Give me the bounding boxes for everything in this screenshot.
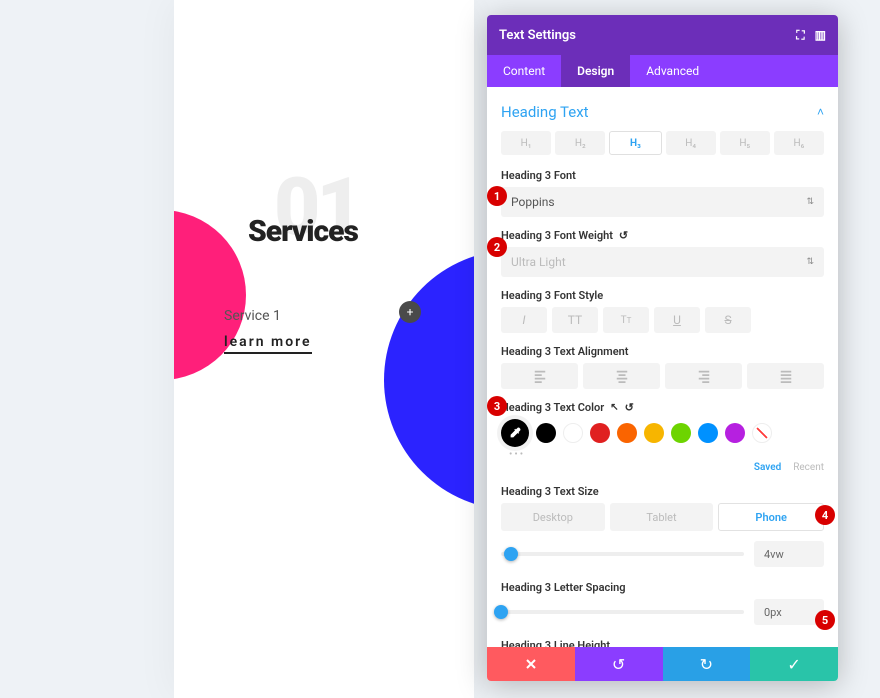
heading-tab-h5[interactable]: H₅ — [720, 131, 770, 155]
heading-level-tabs: H₁ H₂ H₃ H₄ H₅ H₆ — [501, 131, 824, 155]
panel-tabs: Content Design Advanced — [487, 55, 838, 87]
swatch-purple[interactable] — [725, 423, 745, 443]
heading3-font-value: Poppins — [511, 195, 555, 209]
heading3-color-label: Heading 3 Text Color — [501, 401, 604, 414]
saved-colors-tab[interactable]: Saved — [754, 462, 781, 473]
swatch-red[interactable] — [590, 423, 610, 443]
heading3-letter-label: Heading 3 Letter Spacing — [501, 581, 824, 594]
style-italic-button[interactable]: I — [501, 307, 547, 333]
device-phone[interactable]: Phone — [718, 503, 824, 531]
heading3-align-label: Heading 3 Text Alignment — [501, 345, 824, 358]
align-right-button[interactable] — [665, 363, 742, 389]
heading3-line-label: Heading 3 Line Height — [501, 639, 824, 647]
size-value-input[interactable]: 4vw — [754, 541, 824, 567]
panel-title-bar: Text Settings ⛶ ▥ — [487, 15, 838, 55]
callout-4: 4 — [815, 505, 835, 525]
device-desktop[interactable]: Desktop — [501, 503, 605, 531]
chevron-up-icon: ˄ — [817, 105, 824, 119]
letter-value-input[interactable]: 0px — [754, 599, 824, 625]
decor-pink-circle — [174, 210, 246, 380]
heading-tab-h2[interactable]: H₂ — [555, 131, 605, 155]
panel-body: Heading Text ˄ H₁ H₂ H₃ H₄ H₅ H₆ Heading… — [487, 87, 838, 647]
align-left-button[interactable] — [501, 363, 578, 389]
style-underline-button[interactable]: U — [654, 307, 700, 333]
preview-pane: 01 Services Service 1 learn more + — [0, 0, 490, 698]
align-center-button[interactable] — [583, 363, 660, 389]
section-heading-label: Heading Text — [501, 103, 589, 121]
heading3-weight-select[interactable]: Ultra Light — [501, 247, 824, 277]
tab-content[interactable]: Content — [487, 55, 561, 87]
recent-colors-tab[interactable]: Recent — [793, 462, 824, 473]
letter-slider-thumb[interactable] — [494, 605, 508, 619]
swatch-blue[interactable] — [698, 423, 718, 443]
swatch-white[interactable] — [563, 423, 583, 443]
style-uppercase-button[interactable]: TT — [552, 307, 598, 333]
letter-slider[interactable] — [501, 610, 744, 614]
heading3-line-row: Heading 3 Line Height 3em — [501, 639, 824, 647]
swatch-green[interactable] — [671, 423, 691, 443]
heading3-letter-row: Heading 3 Letter Spacing 0px — [501, 581, 824, 625]
phone-preview: 01 Services Service 1 learn more — [174, 0, 474, 698]
tab-advanced[interactable]: Advanced — [630, 55, 715, 87]
more-swatches-icon[interactable]: ••• — [509, 449, 824, 460]
callout-2: 2 — [487, 237, 507, 257]
save-button[interactable]: ✓ — [750, 647, 838, 681]
swatch-orange[interactable] — [617, 423, 637, 443]
device-tablet[interactable]: Tablet — [610, 503, 714, 531]
pointer-icon: ↖ — [610, 402, 618, 413]
cancel-button[interactable] — [487, 647, 575, 681]
redo-button[interactable]: ↻ — [663, 647, 751, 681]
section-heading-text[interactable]: Heading Text ˄ — [501, 93, 824, 131]
style-smallcaps-button[interactable]: TT — [603, 307, 649, 333]
heading3-size-label: Heading 3 Text Size — [501, 485, 824, 498]
panel-title: Text Settings — [499, 28, 576, 43]
heading3-weight-row: Heading 3 Font Weight ↺ Ultra Light — [501, 229, 824, 277]
swatch-none[interactable] — [752, 423, 772, 443]
swatch-black[interactable] — [536, 423, 556, 443]
size-slider[interactable] — [501, 552, 744, 556]
callout-5: 5 — [815, 610, 835, 630]
heading-tab-h1[interactable]: H₁ — [501, 131, 551, 155]
callout-1: 1 — [487, 186, 507, 206]
heading3-style-row: Heading 3 Font Style I TT TT U S — [501, 289, 824, 333]
add-section-button[interactable]: + — [399, 301, 421, 323]
heading-tab-h3[interactable]: H₃ — [609, 131, 661, 155]
heading3-color-row: Heading 3 Text Color ↖ ↺ ••• Sav — [501, 401, 824, 473]
heading-tab-h6[interactable]: H₆ — [774, 131, 824, 155]
services-heading: Services — [248, 214, 358, 249]
heading3-weight-value: Ultra Light — [511, 255, 566, 269]
decor-blue-circle — [384, 250, 474, 510]
size-slider-thumb[interactable] — [504, 547, 518, 561]
style-strike-button[interactable]: S — [705, 307, 751, 333]
heading3-align-row: Heading 3 Text Alignment — [501, 345, 824, 389]
heading3-font-label: Heading 3 Font — [501, 169, 824, 182]
reset-color-icon[interactable]: ↺ — [625, 401, 634, 414]
callout-3: 3 — [487, 396, 507, 416]
heading-tab-h4[interactable]: H₄ — [666, 131, 716, 155]
text-settings-panel: Text Settings ⛶ ▥ Content Design Advance… — [487, 15, 838, 681]
heading3-font-select[interactable]: Poppins — [501, 187, 824, 217]
heading3-style-label: Heading 3 Font Style — [501, 289, 824, 302]
service-item-title: Service 1 — [224, 308, 281, 324]
snap-icon[interactable]: ▥ — [815, 28, 826, 43]
tab-design[interactable]: Design — [561, 55, 630, 87]
expand-icon[interactable]: ⛶ — [796, 28, 804, 43]
heading3-size-row: Heading 3 Text Size Desktop Tablet Phone… — [501, 485, 824, 567]
learn-more-link[interactable]: learn more — [224, 334, 312, 354]
align-justify-button[interactable] — [747, 363, 824, 389]
swatch-yellow[interactable] — [644, 423, 664, 443]
heading3-font-row: Heading 3 Font Poppins — [501, 169, 824, 217]
color-picker-button[interactable] — [501, 419, 529, 447]
reset-icon[interactable]: ↺ — [619, 229, 628, 242]
panel-bottom-bar: ↺ ↻ ✓ — [487, 647, 838, 681]
heading3-weight-label: Heading 3 Font Weight — [501, 229, 613, 242]
undo-button[interactable]: ↺ — [575, 647, 663, 681]
